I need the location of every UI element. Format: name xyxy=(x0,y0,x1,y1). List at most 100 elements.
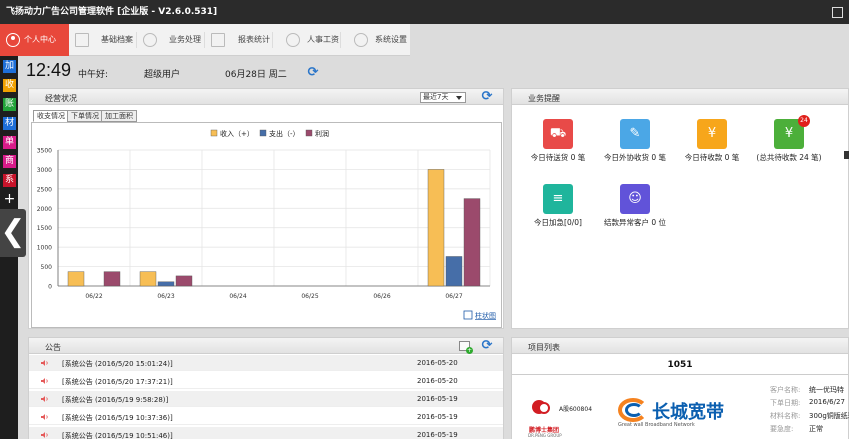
speaker-icon xyxy=(41,378,48,384)
hr-icon xyxy=(286,33,300,47)
quick-item-material[interactable]: 材 xyxy=(3,117,16,130)
y-tick-label: 500 xyxy=(41,264,53,271)
announcement-date: 2016-05-20 xyxy=(417,359,458,367)
announcement-date: 2016-05-19 xyxy=(417,395,458,403)
reminder-tile-abnormal-customers[interactable]: ☺ 结款异常客户 0 位 xyxy=(592,184,672,244)
y-tick-label: 0 xyxy=(48,284,52,291)
tab-personal-center[interactable]: 个人中心 xyxy=(0,24,69,56)
chart-frame: 收入（+） 支出（-） 利润 0 500 1000 1500 2000 2500 3000 3500… xyxy=(31,122,502,328)
logo2-subtitle: Great wall Broadband Network xyxy=(618,422,695,428)
window-title: 飞扬动力广告公司管理软件 [企业版 - V2.6.0.531] xyxy=(6,7,218,17)
speaker-icon xyxy=(41,414,48,420)
quick-item-process[interactable]: 加 xyxy=(3,60,16,73)
bar xyxy=(139,271,157,287)
window-title-bar: 飞扬动力广告公司管理软件 [企业版 - V2.6.0.531] xyxy=(0,0,849,24)
bar xyxy=(157,281,175,287)
announcement-text: [系统公告 (2016/5/19 10:37:36)] xyxy=(62,414,173,422)
quick-item-receipt[interactable]: 收 xyxy=(3,79,16,92)
announcement-row[interactable]: [系统公告 (2016/5/19 9:58:28)] 2016-05-19 xyxy=(29,391,503,407)
gear-icon xyxy=(354,33,368,47)
y-tick-label: 2000 xyxy=(37,206,52,213)
announcement-date: 2016-05-19 xyxy=(417,431,458,439)
y-tick-label: 2500 xyxy=(37,186,52,193)
chart-type-link[interactable]: 柱状图 xyxy=(475,311,496,320)
tab-hr-payroll[interactable]: 人事工资 xyxy=(273,24,341,56)
panel-title: 经营状况 xyxy=(45,94,77,103)
announcement-date: 2016-05-20 xyxy=(417,377,458,385)
legend-label: 利润 xyxy=(315,129,329,138)
y-tick-label: 3000 xyxy=(37,167,52,174)
tab-business[interactable]: 业务处理 xyxy=(137,24,205,56)
reminder-tile-urgent[interactable]: ≡ 今日加急[0/0] xyxy=(515,184,595,244)
reminder-tile-outsourcing[interactable]: ✎ 今日外协收货 0 笔 xyxy=(592,119,672,179)
greeting: 中午好: xyxy=(78,70,109,80)
announcement-text: [系统公告 (2016/5/20 17:37:21)] xyxy=(62,378,173,386)
announcement-row[interactable]: [系统公告 (2016/5/19 10:51:46)] 2016-05-19 xyxy=(29,427,503,439)
refresh-icon[interactable]: ⟳ xyxy=(480,90,494,104)
field-label: 客户名称: xyxy=(770,386,801,394)
quick-add-button[interactable]: + xyxy=(3,192,16,206)
announcement-text: [系统公告 (2016/5/19 9:58:28)] xyxy=(62,396,169,404)
prev-page-arrow-icon[interactable]: ❮ xyxy=(0,209,26,257)
field-label: 材料名称: xyxy=(770,412,801,420)
refresh-icon[interactable]: ⟳ xyxy=(480,339,494,353)
panel-title: 业务提醒 xyxy=(528,94,560,103)
add-announcement-icon[interactable]: + xyxy=(459,341,473,354)
y-tick-label: 1000 xyxy=(37,245,52,252)
field-value: 统一优玛特 xyxy=(809,386,844,394)
tab-basic-records[interactable]: 基础档案 xyxy=(69,24,137,56)
field-label: 下单日期: xyxy=(770,399,801,407)
speaker-icon xyxy=(41,396,48,402)
announcement-row[interactable]: [系统公告 (2016/5/20 17:37:21)] 2016-05-20 xyxy=(29,373,503,389)
bar-chart: 收入（+） 支出（-） 利润 0 500 1000 1500 2000 2500 3000 3500… xyxy=(37,129,496,320)
announcement-row[interactable]: [系统公告 (2016/5/20 15:01:24)] 2016-05-20 xyxy=(29,355,503,371)
panel-title: 公告 xyxy=(45,343,61,352)
quick-item-system[interactable]: 系 xyxy=(3,174,16,187)
field-value: 300g铜版纸彩 xyxy=(809,412,849,420)
current-date: 06月28日 周二 xyxy=(225,70,287,80)
quick-item-order[interactable]: 单 xyxy=(3,136,16,149)
maximize-button[interactable] xyxy=(825,0,849,24)
dr-peng-logo-icon xyxy=(532,400,552,418)
field-value: 2016/6/27 xyxy=(809,398,845,406)
x-tick-label: 06/25 xyxy=(301,293,318,300)
bar xyxy=(103,271,121,287)
legend-swatch xyxy=(210,129,218,137)
x-tick-label: 06/22 xyxy=(85,293,102,300)
count-badge: 24 xyxy=(798,115,810,127)
username: 超级用户 xyxy=(144,70,181,80)
legend-swatch xyxy=(305,129,313,137)
reminder-tile-receivable-total[interactable]: ¥ 24 (总共待收款 24 笔) xyxy=(746,115,826,179)
report-icon xyxy=(211,33,225,47)
great-wall-logo-icon xyxy=(618,398,652,422)
announcement-text: [系统公告 (2016/5/20 15:01:24)] xyxy=(62,360,173,368)
tab-processing-area[interactable]: 加工面积 xyxy=(101,110,137,122)
quick-item-merchant[interactable]: 商 xyxy=(3,155,16,168)
tab-orders[interactable]: 下单情况 xyxy=(67,110,103,122)
logo1-subtitle-en: DR.PENG GROUP xyxy=(528,433,562,438)
legend-label: 支出（-） xyxy=(269,129,300,138)
quick-item-account[interactable]: 账 xyxy=(3,98,16,111)
reminder-tile-delivery[interactable]: ⛟ 今日待送货 0 笔 xyxy=(515,119,595,179)
range-select[interactable]: 最近7天 xyxy=(420,92,466,103)
refresh-icon[interactable]: ⟳ xyxy=(306,66,320,80)
announcement-row[interactable]: [系统公告 (2016/5/19 10:37:36)] 2016-05-19 xyxy=(29,409,503,425)
x-tick-label: 06/26 xyxy=(373,293,390,300)
project-count: 1051 xyxy=(667,360,693,370)
tab-system-settings[interactable]: 系统设置 xyxy=(341,24,410,56)
bar-chart-icon xyxy=(463,310,473,320)
bar xyxy=(463,198,481,287)
field-label: 要急度: xyxy=(770,425,794,433)
yen-icon: ¥ xyxy=(697,119,727,149)
business-icon xyxy=(143,33,157,47)
tab-reports[interactable]: 报表统计 xyxy=(205,24,273,56)
logo2-text: 长城宽带 xyxy=(652,402,724,423)
legend-label: 收入（+） xyxy=(220,129,254,138)
reminder-tile-receivable-today[interactable]: ¥ 今日待收款 0 笔 xyxy=(669,119,749,179)
announcement-date: 2016-05-19 xyxy=(417,413,458,421)
tab-income-expense[interactable]: 收支情况 xyxy=(33,110,69,122)
x-tick-label: 06/27 xyxy=(445,293,462,300)
x-tick-label: 06/23 xyxy=(157,293,174,300)
speaker-icon xyxy=(41,360,48,366)
edit-icon: ✎ xyxy=(620,119,650,149)
